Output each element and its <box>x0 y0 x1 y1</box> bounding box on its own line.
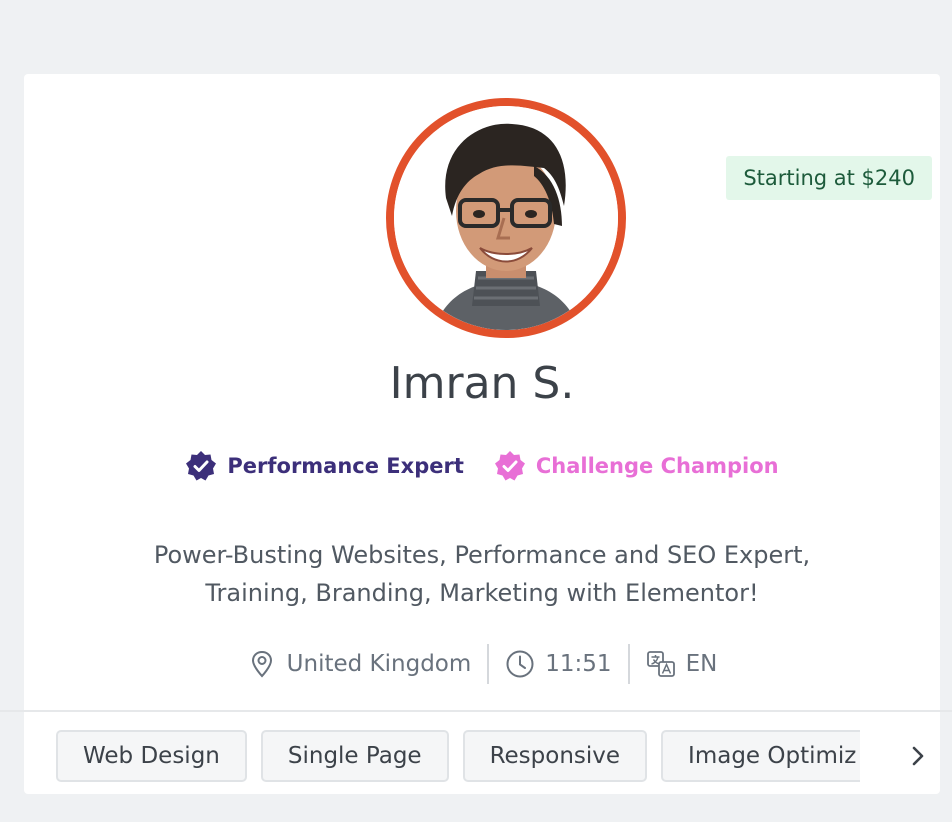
expert-card[interactable]: Starting at $240 Imran S. Performance Ex… <box>24 74 940 794</box>
avatar[interactable] <box>386 98 626 338</box>
badge-list: Performance Expert Challenge Champion <box>24 450 940 482</box>
clock-icon <box>506 650 534 678</box>
badge-label: Performance Expert <box>227 454 464 478</box>
location: United Kingdom <box>231 649 488 679</box>
skill-tag[interactable]: Web Design <box>56 730 247 782</box>
skill-tag[interactable]: Responsive <box>462 730 648 782</box>
tags-next-button[interactable] <box>900 738 936 774</box>
language-text: EN <box>685 651 718 677</box>
avatar-frame <box>384 96 628 340</box>
skill-tags-bar: Web Design Single Page Responsive Image … <box>0 710 952 794</box>
avatar-portrait <box>394 106 618 330</box>
local-time: 11:51 <box>489 649 627 679</box>
map-pin-icon <box>251 650 272 678</box>
time-text: 11:51 <box>545 651 612 677</box>
badge-challenge-champion: Challenge Champion <box>494 450 779 482</box>
tagline-line: Power-Busting Websites, Performance and … <box>153 541 811 569</box>
skill-tags-track[interactable]: Web Design Single Page Responsive Image … <box>56 730 860 782</box>
tagline-line: Training, Branding, Marketing with Eleme… <box>205 579 759 607</box>
location-text: United Kingdom <box>286 651 472 677</box>
badge-performance-expert: Performance Expert <box>185 450 464 482</box>
expert-name[interactable]: Imran S. <box>24 358 940 409</box>
verified-badge-icon <box>494 451 525 481</box>
language: EN <box>630 649 734 679</box>
translate-icon <box>646 651 675 677</box>
chevron-right-icon <box>912 746 924 766</box>
expert-meta: United Kingdom 11:51 EN <box>24 644 940 684</box>
price-badge: Starting at $240 <box>726 156 932 200</box>
verified-badge-icon <box>186 451 217 481</box>
badge-label: Challenge Champion <box>535 454 779 478</box>
expert-tagline: Power-Busting Websites, Performance and … <box>24 536 940 612</box>
skill-tag[interactable]: Image Optimiz <box>661 730 860 782</box>
skill-tag[interactable]: Single Page <box>260 730 449 782</box>
